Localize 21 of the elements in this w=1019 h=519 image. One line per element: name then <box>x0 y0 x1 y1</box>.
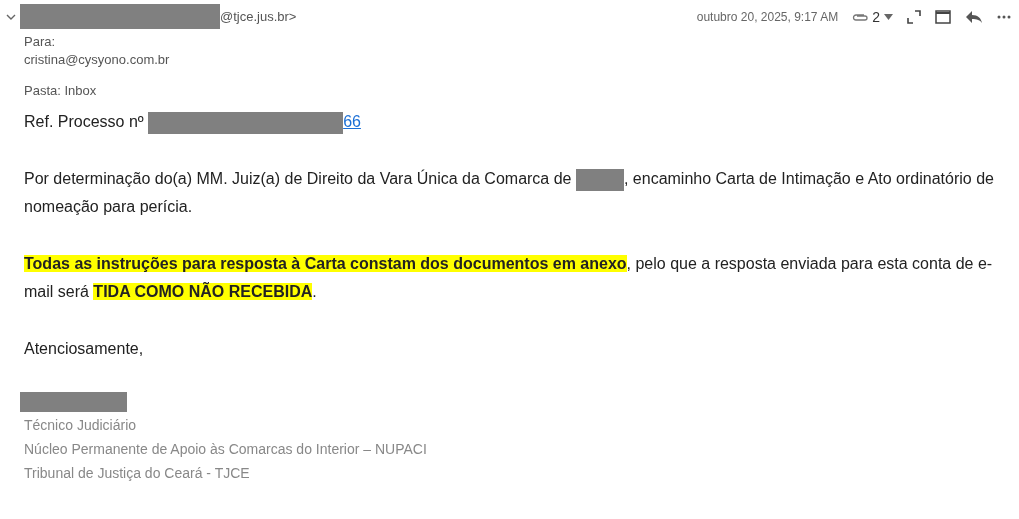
folder-label: Pasta: Inbox <box>24 82 98 100</box>
signature-line: Núcleo Permanente de Apoio às Comarcas do Interior – NUPACI <box>23 440 428 459</box>
window-icon[interactable] <box>935 9 951 24</box>
message-paragraph: Ref. Processo nº 66 <box>24 108 1003 136</box>
signature-line: Técnico Judiciário <box>23 416 138 435</box>
more-icon[interactable] <box>997 14 1011 19</box>
link[interactable]: 66 <box>343 113 361 130</box>
sender-address: @tjce.jus.br> <box>220 9 297 24</box>
attachment-count: 2 <box>872 8 880 25</box>
expand-icon[interactable] <box>907 9 921 24</box>
recipient-address: cristina@cysyono.com.br <box>24 51 171 69</box>
paperclip-icon[interactable] <box>852 11 869 22</box>
date-text: outubro 20, 2025, 9:17 AM <box>696 9 839 24</box>
message-paragraph: Por determinação do(a) MM. Juiz(a) de Direito da Vara Única da Comarca de , encaminho Carta de Intimação e Ato ordinatório de nomeação para perícia. <box>24 167 995 217</box>
message-paragraph: Atenciosamente, <box>24 339 145 359</box>
recipient-label: Para: <box>24 33 57 51</box>
dropdown-icon[interactable] <box>884 13 893 20</box>
message-paragraph: Todas as instruções para resposta à Carta constam dos documentos em anexo, pelo que a resposta enviada para esta conta de e-mail será TIDA COMO NÃO RECEBIDA. <box>24 254 994 302</box>
chevron-down-icon[interactable] <box>6 12 16 21</box>
reply-icon[interactable] <box>965 9 983 24</box>
signature-line: Tribunal de Justiça do Ceará - TJCE <box>23 464 251 483</box>
